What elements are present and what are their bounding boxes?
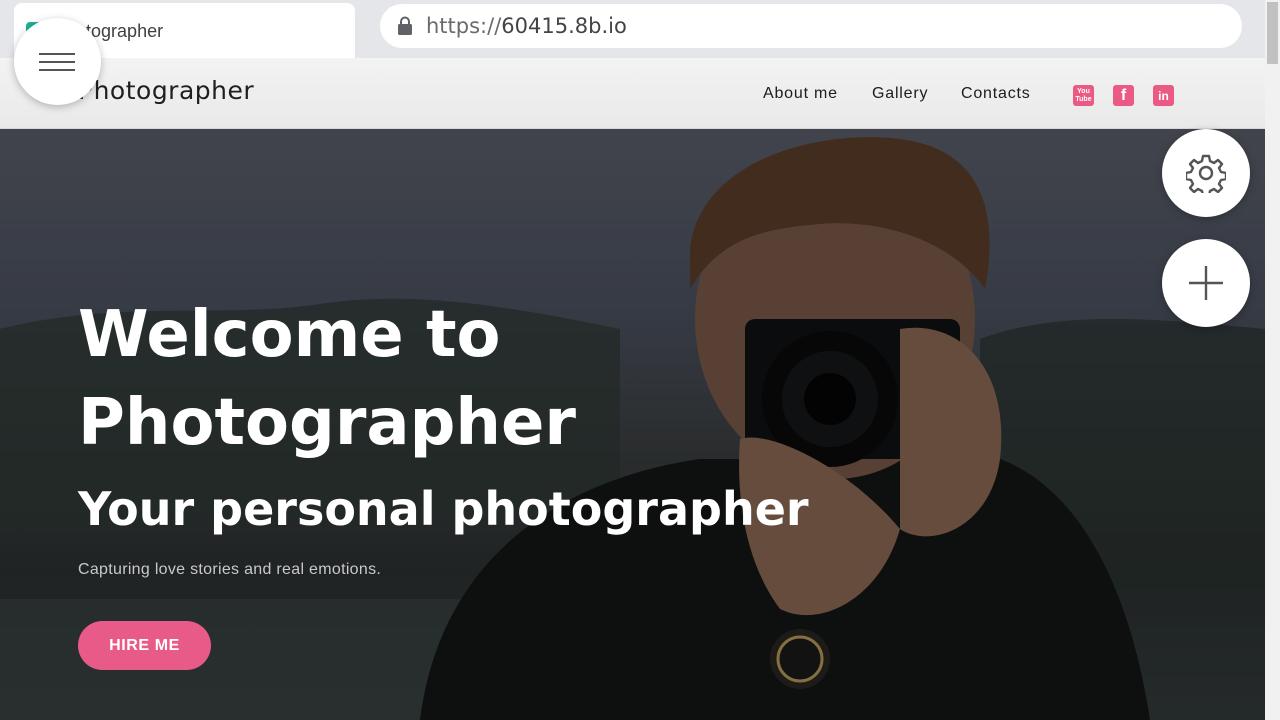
plus-icon [1189, 266, 1223, 300]
youtube-glyph-bottom: Tube [1075, 95, 1092, 103]
facebook-glyph: f [1120, 86, 1127, 104]
url-text[interactable]: https://60415.8b.io [426, 14, 627, 38]
url-host: 60415.8b.io [501, 14, 627, 38]
nav-link-about[interactable]: About me [763, 85, 838, 103]
brand-logo[interactable]: Photographer [78, 76, 254, 105]
scrollbar-thumb[interactable] [1267, 2, 1278, 64]
youtube-glyph-top: You [1077, 87, 1090, 95]
browser-chrome: Photographer https://60415.8b.io [0, 0, 1280, 58]
hero-subtitle: Your personal photographer [78, 482, 809, 536]
hero-title-line2: Photographer [78, 386, 576, 460]
address-bar[interactable]: https://60415.8b.io [380, 4, 1242, 48]
settings-button[interactable] [1162, 129, 1250, 217]
menu-button[interactable] [14, 18, 101, 105]
url-scheme: https:// [426, 14, 502, 38]
menu-icon-bar-2 [39, 61, 75, 63]
page-scrollbar[interactable] [1265, 0, 1280, 720]
gear-icon [1186, 154, 1226, 193]
linkedin-icon[interactable]: in [1153, 85, 1174, 106]
hero-title-line1: Welcome to [78, 298, 501, 372]
hero-description: Capturing love stories and real emotions… [78, 561, 382, 578]
hero-section: Welcome to Photographer Your personal ph… [0, 129, 1265, 720]
add-block-button[interactable] [1162, 239, 1250, 327]
lock-icon [398, 16, 412, 35]
nav-link-contacts[interactable]: Contacts [961, 85, 1031, 103]
facebook-icon[interactable]: f [1113, 85, 1134, 106]
hero-title: Welcome to Photographer [78, 291, 778, 467]
site-navbar: Photographer About me Gallery Contacts Y… [0, 58, 1265, 129]
nav-link-gallery[interactable]: Gallery [872, 85, 928, 103]
youtube-icon[interactable]: You Tube [1073, 85, 1094, 106]
menu-icon [39, 53, 75, 55]
menu-icon-bar-3 [39, 69, 75, 71]
hire-me-button[interactable]: HIRE ME [78, 621, 211, 670]
linkedin-glyph: in [1158, 88, 1169, 103]
